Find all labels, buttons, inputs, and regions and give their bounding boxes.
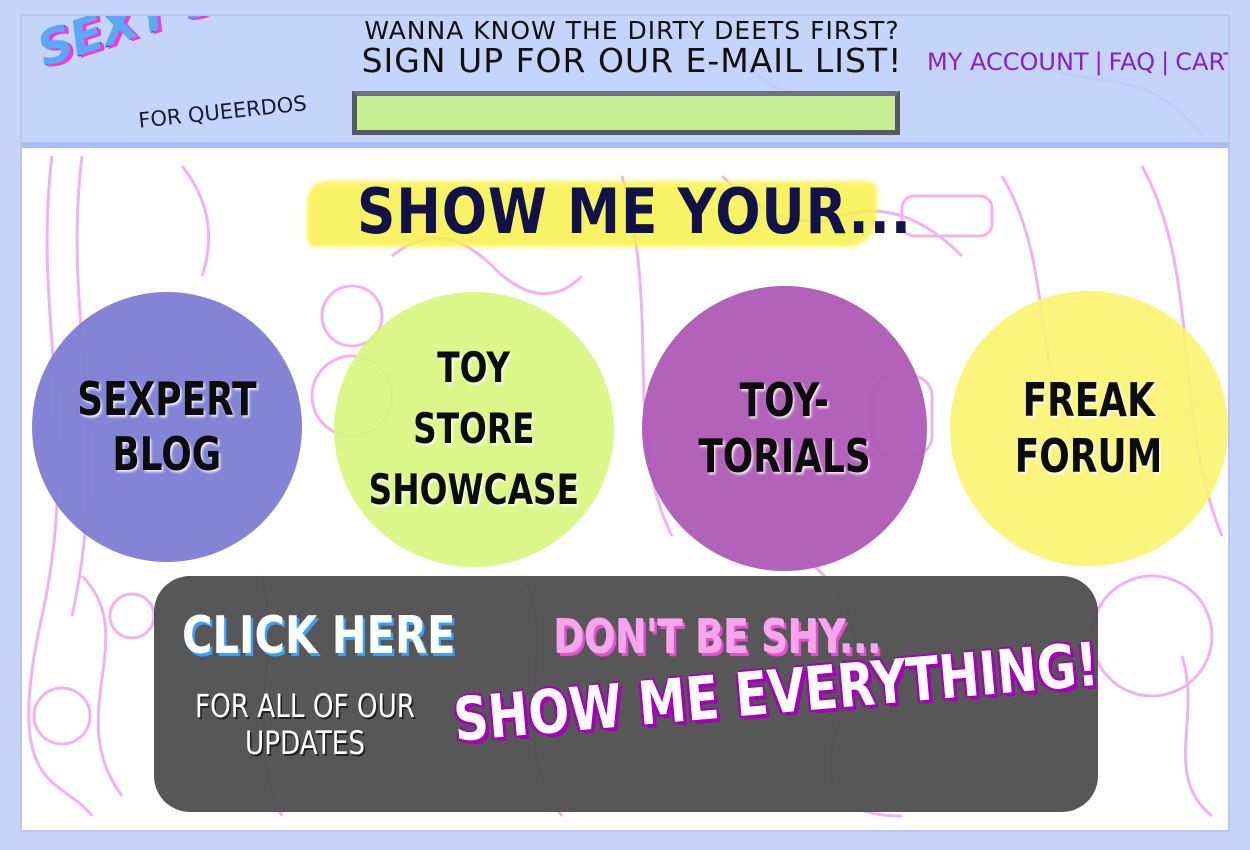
email-input[interactable]: [352, 91, 900, 135]
email-signup: WANNA KNOW THE DIRTY DEETS FIRST? SIGN U…: [352, 16, 912, 141]
click-here-link[interactable]: CLICK HERE: [182, 606, 455, 666]
toy-torials-button[interactable]: TOY- TORIALS: [642, 286, 927, 571]
toy-store-showcase-button[interactable]: TOY STORE SHOWCASE: [334, 292, 614, 567]
circle-label-line: STORE: [413, 404, 535, 454]
circle-label-line: FORUM: [1015, 428, 1163, 483]
faq-link[interactable]: FAQ: [1109, 48, 1156, 76]
my-account-link[interactable]: MY ACCOUNT: [927, 48, 1089, 76]
sexpert-blog-button[interactable]: SEXPERT BLOG: [32, 292, 302, 562]
updates-panel: CLICK HERE FOR ALL OF OUR UPDATES DON'T …: [154, 576, 1101, 812]
updates-caption-line: UPDATES: [245, 723, 365, 762]
logo-tagline: FOR QUEERDOS: [137, 91, 308, 133]
signup-heading: SIGN UP FOR OUR E-MAIL LIST!: [361, 41, 903, 80]
site-logo[interactable]: SEXY STUFF FOR QUEERDOS: [31, 16, 350, 140]
updates-caption-line: FOR ALL OF OUR: [194, 687, 416, 725]
circle-label-line: TOY-: [739, 373, 830, 428]
page-frame: SEXY STUFF FOR QUEERDOS WANNA KNOW THE D…: [20, 14, 1230, 832]
site-header: SEXY STUFF FOR QUEERDOS WANNA KNOW THE D…: [22, 16, 1228, 148]
cart-link[interactable]: CART: [1175, 48, 1228, 76]
page-headline: SHOW ME YOUR...: [357, 175, 912, 248]
circle-label-line: TORIALS: [698, 428, 871, 483]
nav-separator: |: [1094, 48, 1103, 76]
headline-area: SHOW ME YOUR...: [307, 171, 947, 261]
updates-caption: FOR ALL OF OUR UPDATES: [194, 688, 415, 762]
circle-label-line: BLOG: [112, 427, 222, 481]
circle-label-line: TOY: [437, 343, 511, 393]
circle-label-line: SEXPERT: [77, 371, 257, 426]
freak-forum-button[interactable]: FREAK FORUM: [950, 291, 1228, 566]
circle-label-line: FREAK: [1022, 373, 1156, 428]
account-nav: MY ACCOUNT|FAQ|CART: [927, 48, 1228, 76]
nav-separator: |: [1161, 48, 1170, 76]
logo-title: SEXY STUFF: [31, 16, 350, 78]
circle-label-line: SHOWCASE: [368, 464, 580, 514]
